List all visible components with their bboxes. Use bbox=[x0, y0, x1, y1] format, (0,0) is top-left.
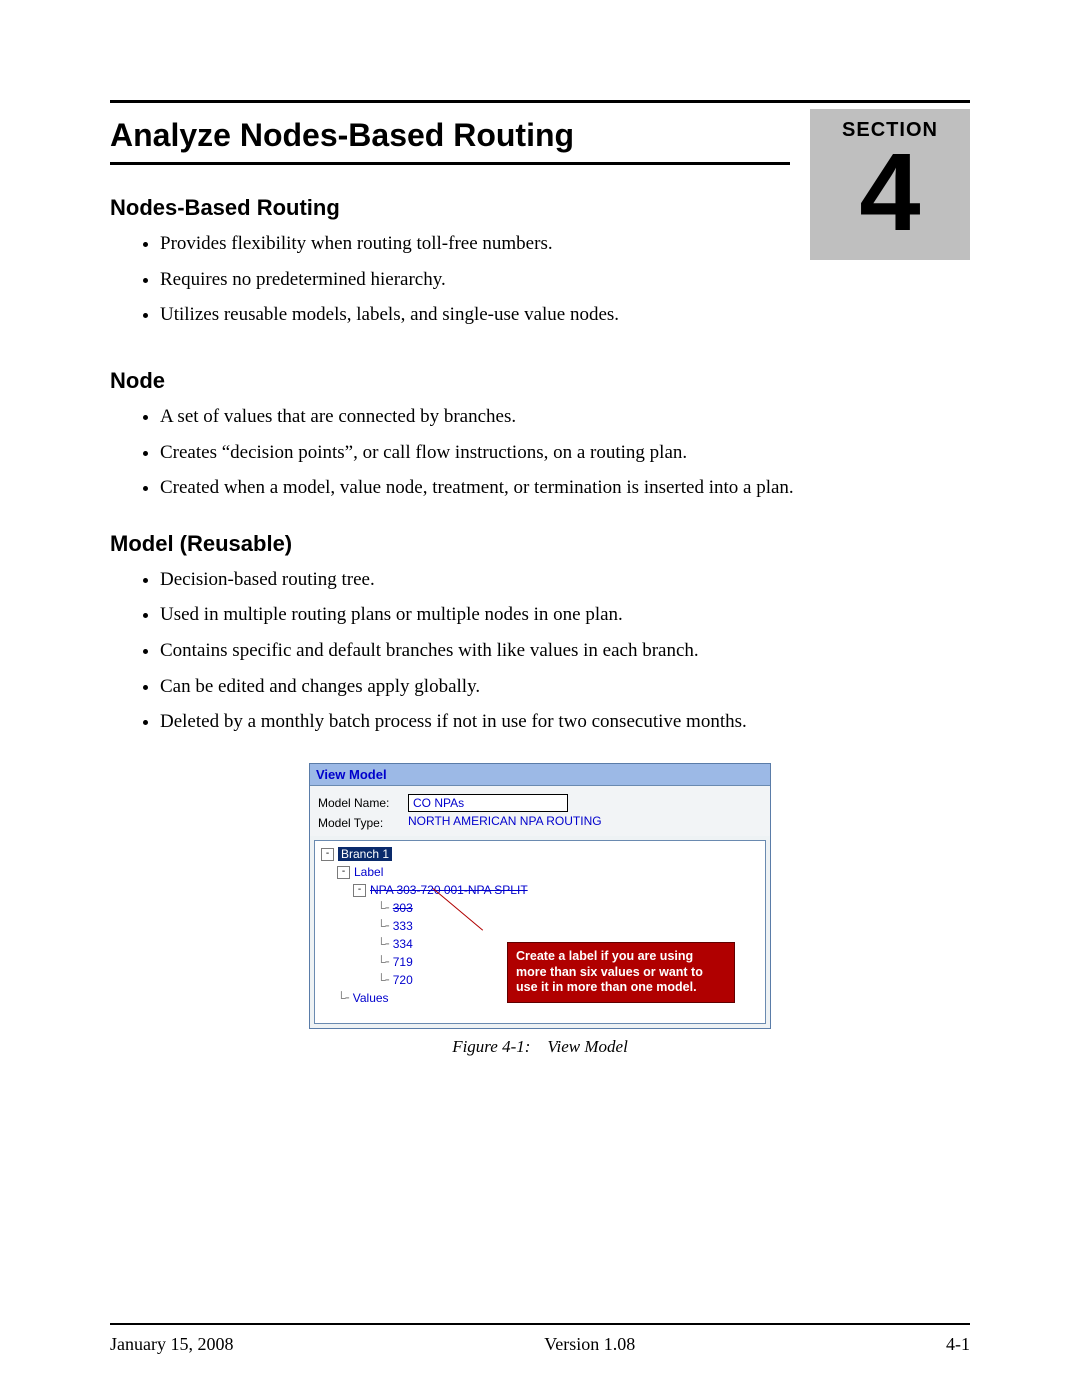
section-badge: SECTION 4 bbox=[810, 109, 970, 260]
list-item: A set of values that are connected by br… bbox=[160, 404, 970, 430]
heading-node: Node bbox=[110, 368, 970, 394]
tree-collapse-icon[interactable]: - bbox=[321, 848, 334, 861]
callout-note: Create a label if you are using more tha… bbox=[507, 942, 735, 1003]
list-item: Creates “decision points”, or call flow … bbox=[160, 440, 970, 466]
window-titlebar: View Model bbox=[310, 764, 770, 786]
label-model-name: Model Name: bbox=[318, 794, 408, 810]
tree-leaf[interactable]: 719 bbox=[393, 955, 413, 969]
list-model-reusable: Decision-based routing tree. Used in mul… bbox=[110, 567, 970, 735]
heading-model-reusable: Model (Reusable) bbox=[110, 531, 970, 557]
tree-node-branch[interactable]: Branch 1 bbox=[338, 847, 392, 861]
page-footer: January 15, 2008 Version 1.08 4-1 bbox=[110, 1334, 970, 1355]
list-item: Can be edited and changes apply globally… bbox=[160, 674, 970, 700]
tree-node-values[interactable]: Values bbox=[353, 991, 389, 1005]
tree-view[interactable]: -Branch 1 -Label -NPA 303-720 001-NPA SP… bbox=[314, 840, 766, 1024]
tree-node-label[interactable]: Label bbox=[354, 865, 383, 879]
footer-date: January 15, 2008 bbox=[110, 1334, 233, 1355]
list-item: Utilizes reusable models, labels, and si… bbox=[160, 302, 790, 328]
label-model-type: Model Type: bbox=[318, 814, 408, 830]
figure-view-model: View Model Model Name: Model Type: NORTH… bbox=[309, 763, 771, 1029]
tree-leaf[interactable]: 303 bbox=[393, 901, 413, 915]
list-item: Created when a model, value node, treatm… bbox=[160, 475, 970, 501]
footer-version: Version 1.08 bbox=[544, 1334, 635, 1355]
list-item: Used in multiple routing plans or multip… bbox=[160, 602, 970, 628]
list-item: Requires no predetermined hierarchy. bbox=[160, 267, 790, 293]
tree-node-npa[interactable]: NPA 303-720 001-NPA SPLIT bbox=[370, 883, 528, 897]
tree-leaf[interactable]: 720 bbox=[393, 973, 413, 987]
list-item: Provides flexibility when routing toll-f… bbox=[160, 231, 790, 257]
tree-collapse-icon[interactable]: - bbox=[353, 884, 366, 897]
model-type-value: NORTH AMERICAN NPA ROUTING bbox=[408, 814, 602, 828]
section-number: 4 bbox=[810, 138, 970, 248]
list-item: Decision-based routing tree. bbox=[160, 567, 970, 593]
list-item: Deleted by a monthly batch process if no… bbox=[160, 709, 970, 735]
list-node: A set of values that are connected by br… bbox=[110, 404, 970, 501]
tree-leaf[interactable]: 333 bbox=[393, 919, 413, 933]
page-title: Analyze Nodes-Based Routing bbox=[110, 117, 790, 154]
tree-leaf[interactable]: 334 bbox=[393, 937, 413, 951]
list-nodes-based-routing: Provides flexibility when routing toll-f… bbox=[110, 231, 790, 328]
figure-caption: Figure 4-1: View Model bbox=[110, 1037, 970, 1057]
list-item: Contains specific and default branches w… bbox=[160, 638, 970, 664]
footer-page-number: 4-1 bbox=[946, 1334, 970, 1355]
model-name-field[interactable] bbox=[408, 794, 568, 812]
heading-nodes-based-routing: Nodes-Based Routing bbox=[110, 195, 790, 221]
tree-collapse-icon[interactable]: - bbox=[337, 866, 350, 879]
